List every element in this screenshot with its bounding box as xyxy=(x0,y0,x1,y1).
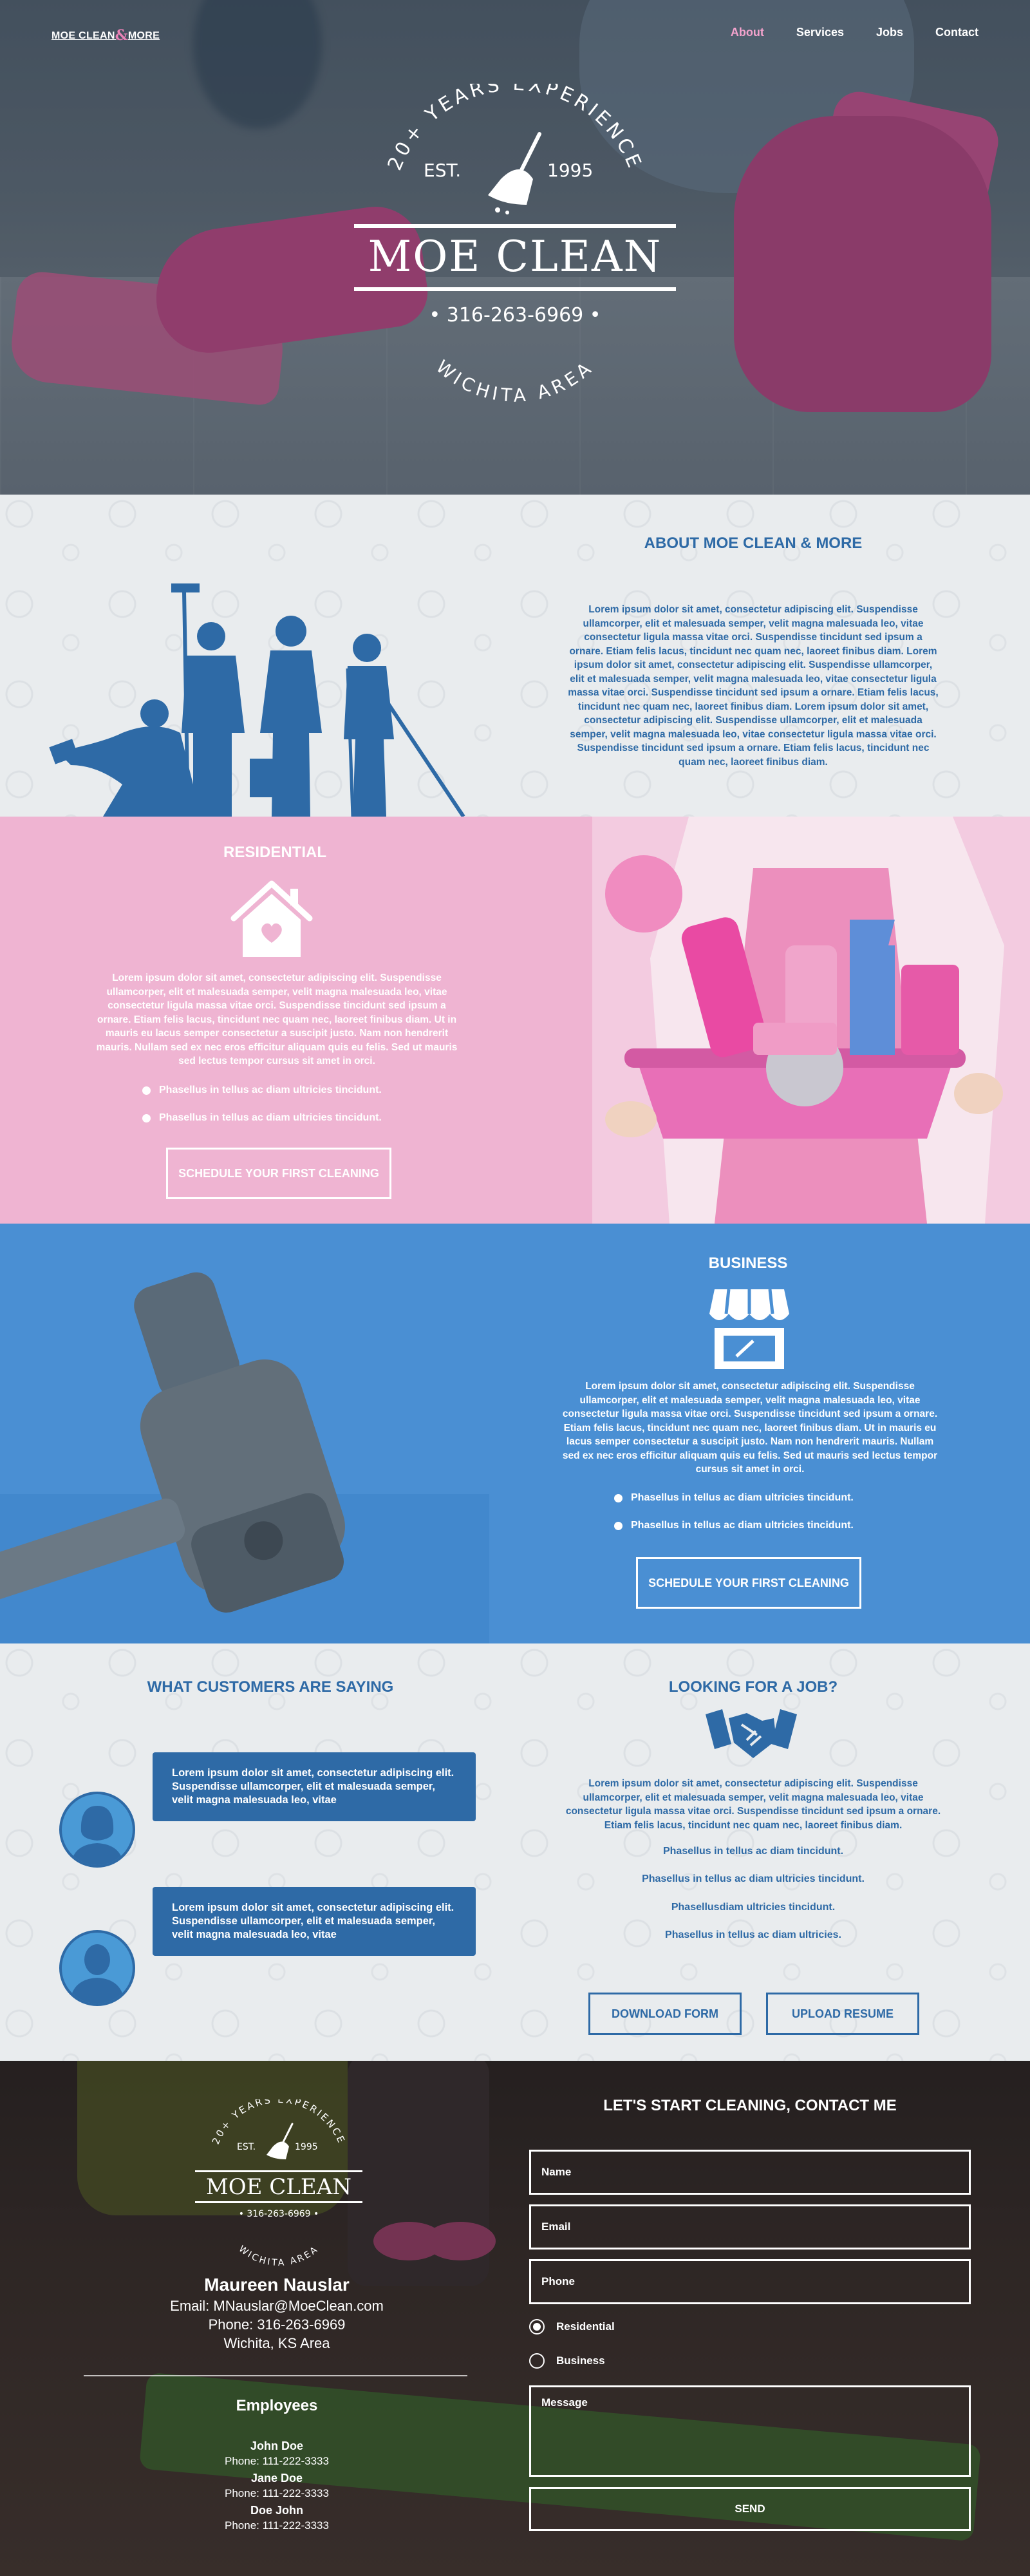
upload-resume-button[interactable]: UPLOAD RESUME xyxy=(766,1993,919,2035)
footer-badge: 20+ YEARS EXPERIENCE WICHITA AREA EST. 1… xyxy=(192,2094,366,2268)
residential-body: Lorem ipsum dolor sit amet, consectetur … xyxy=(96,972,458,1066)
testimonials-heading: WHAT CUSTOMERS ARE SAYING xyxy=(147,1678,394,1696)
employee-name: Doe John xyxy=(250,2504,303,2517)
handshake-icon xyxy=(706,1709,797,1758)
logo-ampersand: & xyxy=(115,27,128,44)
house-heart-icon xyxy=(230,880,313,957)
footer-badge-arc-bottom: WICHITA AREA xyxy=(237,2244,319,2268)
employee-name: John Doe xyxy=(250,2439,303,2452)
about-body: Lorem ipsum dolor sit amet, consectetur … xyxy=(568,604,939,768)
hero-badge: 20+ YEARS EXPERIENCE WICHITA AREA EST. 1… xyxy=(348,84,682,406)
send-button[interactable]: SEND xyxy=(529,2487,971,2531)
badge-arc-bottom-text: WICHITA AREA xyxy=(432,356,594,406)
person-male-icon xyxy=(70,1944,125,2003)
jobs-line: Phasellus in tellus ac diam ultricies ti… xyxy=(642,1873,865,1884)
testimonial-card: Lorem ipsum dolor sit amet, consectetur … xyxy=(153,1752,476,1821)
owner-name: Maureen Nauslar xyxy=(204,2275,350,2295)
business-bullet: Phasellus in tellus ac diam ultricies ti… xyxy=(614,1520,854,1531)
about-heading: ABOUT MOE CLEAN & MORE xyxy=(644,535,863,552)
residential-photo xyxy=(592,817,1030,1224)
residential-bullet: Phasellus in tellus ac diam ultricies ti… xyxy=(142,1084,382,1095)
jobs-body: Lorem ipsum dolor sit amet, consectetur … xyxy=(565,1778,941,1831)
avatar-male xyxy=(59,1930,135,2006)
logo-text: MOE CLEAN xyxy=(52,30,115,41)
footer-badge-year: 1995 xyxy=(295,2142,318,2152)
divider xyxy=(84,2375,467,2376)
jobs-heading: LOOKING FOR A JOB? xyxy=(668,1678,838,1696)
badge-arc-top-text: 20+ YEARS EXPERIENCE xyxy=(384,84,644,174)
svg-text:WICHITA AREA: WICHITA AREA xyxy=(432,356,598,406)
logo-text-end: MORE xyxy=(127,30,160,41)
name-field[interactable] xyxy=(529,2150,971,2195)
jobs-line: Phasellusdiam ultricies tincidunt. xyxy=(671,1902,836,1913)
owner-phone: Phone: 316-263-6969 xyxy=(208,2316,346,2333)
radio-residential-label: Residential xyxy=(556,2320,615,2333)
residential-bullet: Phasellus in tellus ac diam ultricies ti… xyxy=(142,1112,382,1123)
testimonial-card: Lorem ipsum dolor sit amet, consectetur … xyxy=(153,1887,476,1956)
footer-badge-phone: • 316-263-6969 • xyxy=(239,2209,319,2219)
site-logo[interactable]: MOE CLEAN&MORE xyxy=(52,27,160,44)
broom-icon xyxy=(488,132,541,214)
residential-section: RESIDENTIAL Lorem ipsum dolor sit amet, … xyxy=(0,817,1030,1224)
nav-menu: About Services Jobs Contact xyxy=(731,26,979,39)
radio-business[interactable]: Business xyxy=(529,2353,605,2369)
radio-business-label: Business xyxy=(556,2354,605,2367)
svg-text:WICHITA AREA: WICHITA AREA xyxy=(237,2244,321,2267)
residential-heading: RESIDENTIAL xyxy=(223,844,326,861)
nav-services[interactable]: Services xyxy=(796,26,844,39)
broom-icon xyxy=(267,2123,294,2159)
footer-badge-title: MOE CLEAN xyxy=(206,2174,351,2200)
owner-email: Email: MNauslar@MoeClean.com xyxy=(170,2298,384,2314)
top-nav: MOE CLEAN&MORE About Services Jobs Conta… xyxy=(0,24,1030,44)
phone-field[interactable] xyxy=(529,2259,971,2304)
badge-rule-bottom xyxy=(354,287,676,291)
employee-phone: Phone: 111-222-3333 xyxy=(225,2455,329,2467)
footer-badge-arcs: 20+ YEARS EXPERIENCE WICHITA AREA EST. 1… xyxy=(195,2094,362,2268)
business-section: BUSINESS Lorem ipsum dolor sit amet, con… xyxy=(0,1224,1030,1643)
badge-est: EST. xyxy=(424,160,462,181)
business-body: Lorem ipsum dolor sit amet, consectetur … xyxy=(562,1381,938,1475)
radio-dot[interactable] xyxy=(529,2353,545,2369)
radio-residential[interactable]: Residential xyxy=(529,2319,615,2334)
employee-name: Jane Doe xyxy=(250,2472,303,2485)
storefront-icon xyxy=(709,1289,789,1369)
footer-badge-est: EST. xyxy=(237,2142,256,2152)
hero-title: MOE CLEAN xyxy=(368,232,662,281)
schedule-residential-button[interactable]: SCHEDULE YOUR FIRST CLEANING xyxy=(166,1148,391,1199)
hero-section: MOE CLEAN&MORE About Services Jobs Conta… xyxy=(0,0,1030,495)
owner-location: Wichita, KS Area xyxy=(223,2335,330,2351)
badge-year: 1995 xyxy=(547,160,594,181)
employee-phone: Phone: 111-222-3333 xyxy=(225,2519,329,2532)
svg-text:20+ YEARS EXPERIENCE: 20+ YEARS EXPERIENCE xyxy=(210,2099,348,2146)
download-form-button[interactable]: DOWNLOAD FORM xyxy=(588,1993,742,2035)
hero-phone: • 316-263-6969 • xyxy=(429,304,601,327)
radio-dot-selected[interactable] xyxy=(529,2319,545,2334)
schedule-business-button[interactable]: SCHEDULE YOUR FIRST CLEANING xyxy=(636,1557,861,1609)
message-field[interactable] xyxy=(529,2385,971,2477)
employees-heading: Employees xyxy=(236,2397,318,2414)
cleaning-team-silhouette xyxy=(49,583,465,817)
testimonial-text: Lorem ipsum dolor sit amet, consectetur … xyxy=(172,1902,454,1940)
email-field[interactable] xyxy=(529,2204,971,2249)
contact-form-heading: LET'S START CLEANING, CONTACT ME xyxy=(603,2097,897,2114)
person-female-icon xyxy=(71,1806,124,1865)
nav-jobs[interactable]: Jobs xyxy=(876,26,903,39)
employee-phone: Phone: 111-222-3333 xyxy=(225,2487,329,2499)
svg-text:20+ YEARS EXPERIENCE: 20+ YEARS EXPERIENCE xyxy=(384,84,647,174)
testimonial-text: Lorem ipsum dolor sit amet, consectetur … xyxy=(172,1767,454,1806)
contact-section: 20+ YEARS EXPERIENCE WICHITA AREA EST. 1… xyxy=(0,2061,1030,2576)
about-section: ABOUT MOE CLEAN & MORE Lorem ipsum dolor… xyxy=(0,495,1030,817)
business-heading: BUSINESS xyxy=(708,1255,788,1272)
vacuum-photo xyxy=(0,1224,489,1643)
avatar-female xyxy=(59,1792,135,1868)
jobs-line: Phasellus in tellus ac diam tincidunt. xyxy=(662,1846,844,1857)
badge-rule-top xyxy=(354,224,676,228)
testimonials-jobs-section: WHAT CUSTOMERS ARE SAYING Lorem ipsum do… xyxy=(0,1643,1030,2061)
nav-contact[interactable]: Contact xyxy=(935,26,979,39)
footer-badge-arc-top: 20+ YEARS EXPERIENCE xyxy=(210,2094,346,2146)
jobs-line: Phasellus in tellus ac diam ultricies. xyxy=(665,1929,841,1940)
business-bullet: Phasellus in tellus ac diam ultricies ti… xyxy=(614,1492,854,1503)
nav-about[interactable]: About xyxy=(731,26,764,39)
